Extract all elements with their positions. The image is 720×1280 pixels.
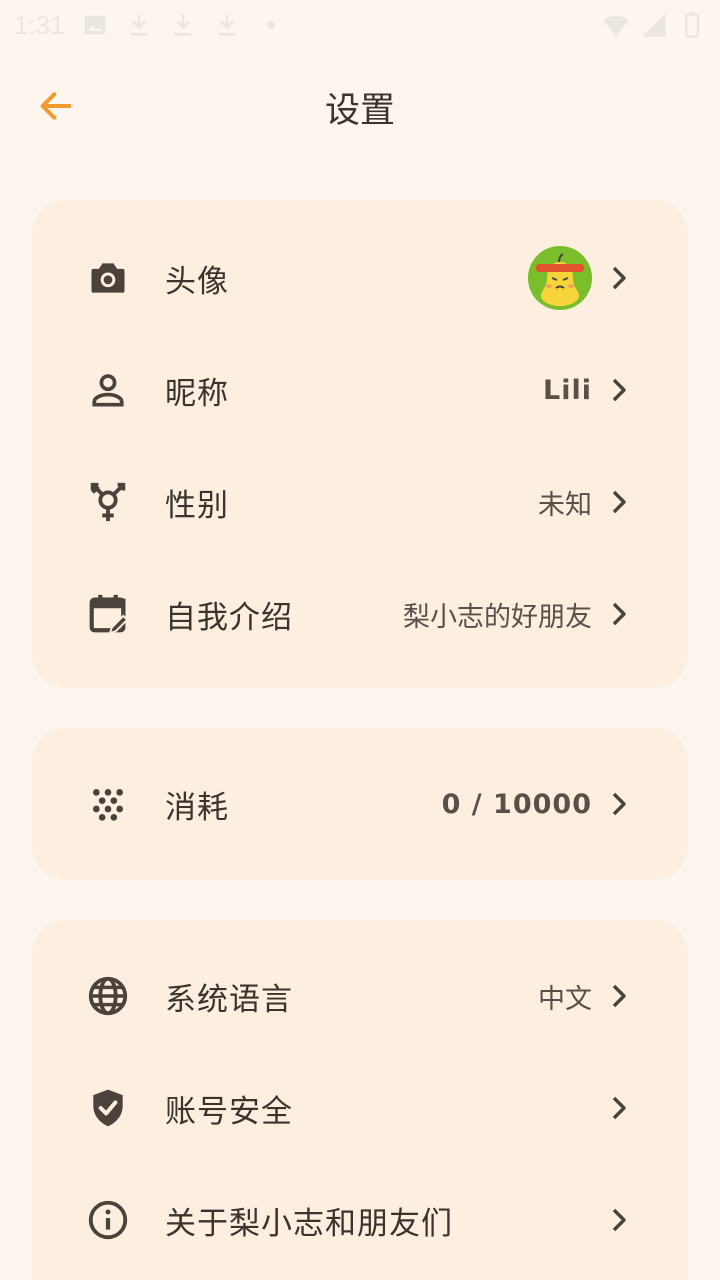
download-icon xyxy=(130,14,147,36)
nickname-row[interactable]: 昵称 Lili xyxy=(32,334,688,446)
system-card: 系统语言 中文 账号安全 关于梨小志和朋友们 xyxy=(32,920,688,1280)
row-label: 自我介绍 xyxy=(165,599,293,636)
usage-row[interactable]: 消耗 0 / 10000 xyxy=(32,748,688,860)
chevron-right-icon xyxy=(606,599,632,629)
dot-icon xyxy=(266,20,275,30)
row-label: 消耗 xyxy=(165,789,229,826)
signal-icon xyxy=(642,13,666,37)
row-label: 昵称 xyxy=(165,375,229,412)
chevron-right-icon xyxy=(606,789,632,819)
profile-card: 头像 昵称 Lili 性别 未知 自我介绍 梨小志的好朋友 xyxy=(32,200,688,688)
status-time: 1:31 xyxy=(14,9,65,40)
status-bar: 1:31 xyxy=(0,0,720,50)
chevron-right-icon xyxy=(606,1205,632,1235)
row-label: 关于梨小志和朋友们 xyxy=(165,1205,453,1242)
row-label: 性别 xyxy=(165,487,229,524)
row-value: Lili xyxy=(543,374,592,406)
status-right xyxy=(602,11,706,39)
page-title: 设置 xyxy=(324,91,395,131)
wifi-icon xyxy=(603,15,629,36)
chevron-right-icon xyxy=(606,263,632,293)
person-icon xyxy=(84,366,132,414)
calendar-edit-icon xyxy=(84,590,132,638)
download-icon xyxy=(218,14,235,36)
globe-icon xyxy=(84,972,132,1020)
status-left: 1:31 xyxy=(14,10,285,41)
language-row[interactable]: 系统语言 中文 xyxy=(32,940,688,1052)
chevron-right-icon xyxy=(606,1093,632,1123)
image-icon xyxy=(84,15,106,35)
download-icon xyxy=(174,14,191,36)
camera-icon xyxy=(84,254,132,302)
gender-row[interactable]: 性别 未知 xyxy=(32,446,688,558)
chevron-right-icon xyxy=(606,375,632,405)
bio-row[interactable]: 自我介绍 梨小志的好朋友 xyxy=(32,558,688,670)
row-value: 中文 xyxy=(538,983,592,1015)
gender-icon xyxy=(84,478,132,526)
row-label: 头像 xyxy=(165,263,229,300)
row-label: 系统语言 xyxy=(165,981,293,1018)
dots-icon xyxy=(84,780,132,828)
shield-check-icon xyxy=(84,1084,132,1132)
info-icon xyxy=(84,1196,132,1244)
row-value: 0 / 10000 xyxy=(441,788,592,820)
about-row[interactable]: 关于梨小志和朋友们 xyxy=(32,1164,688,1276)
row-value: 未知 xyxy=(538,489,592,521)
avatar[interactable] xyxy=(528,246,592,310)
chevron-right-icon xyxy=(606,487,632,517)
row-value: 梨小志的好朋友 xyxy=(403,601,592,633)
usage-card: 消耗 0 / 10000 xyxy=(32,728,688,880)
chevron-right-icon xyxy=(606,981,632,1011)
row-label: 账号安全 xyxy=(165,1093,293,1130)
app-header: 设置 xyxy=(0,56,720,156)
account-security-row[interactable]: 账号安全 xyxy=(32,1052,688,1164)
battery-icon xyxy=(685,12,699,38)
avatar-row[interactable]: 头像 xyxy=(32,222,688,334)
